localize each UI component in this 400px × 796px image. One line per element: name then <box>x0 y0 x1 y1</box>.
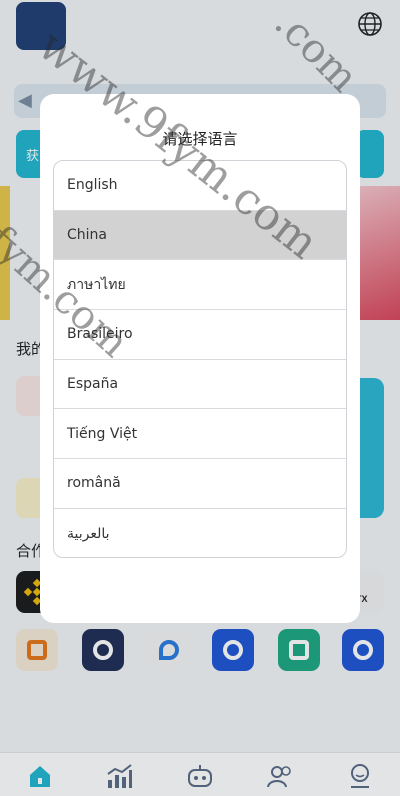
language-list: English China ภาษาไทย Brasileiro España … <box>53 160 347 558</box>
language-option-thai[interactable]: ภาษาไทย <box>54 260 346 311</box>
language-option-espana[interactable]: España <box>54 360 346 410</box>
language-option-english[interactable]: English <box>54 161 346 211</box>
language-option-vietnamese[interactable]: Tiếng Việt <box>54 409 346 460</box>
language-select-dialog: 请选择语言 English China ภาษาไทย Brasileiro E… <box>40 94 360 623</box>
language-option-china[interactable]: China <box>54 210 346 261</box>
language-option-brasileiro[interactable]: Brasileiro <box>54 310 346 360</box>
language-option-romana[interactable]: română <box>54 459 346 509</box>
language-option-arabic[interactable]: بالعربية <box>54 509 346 557</box>
dialog-title: 请选择语言 <box>162 130 238 148</box>
